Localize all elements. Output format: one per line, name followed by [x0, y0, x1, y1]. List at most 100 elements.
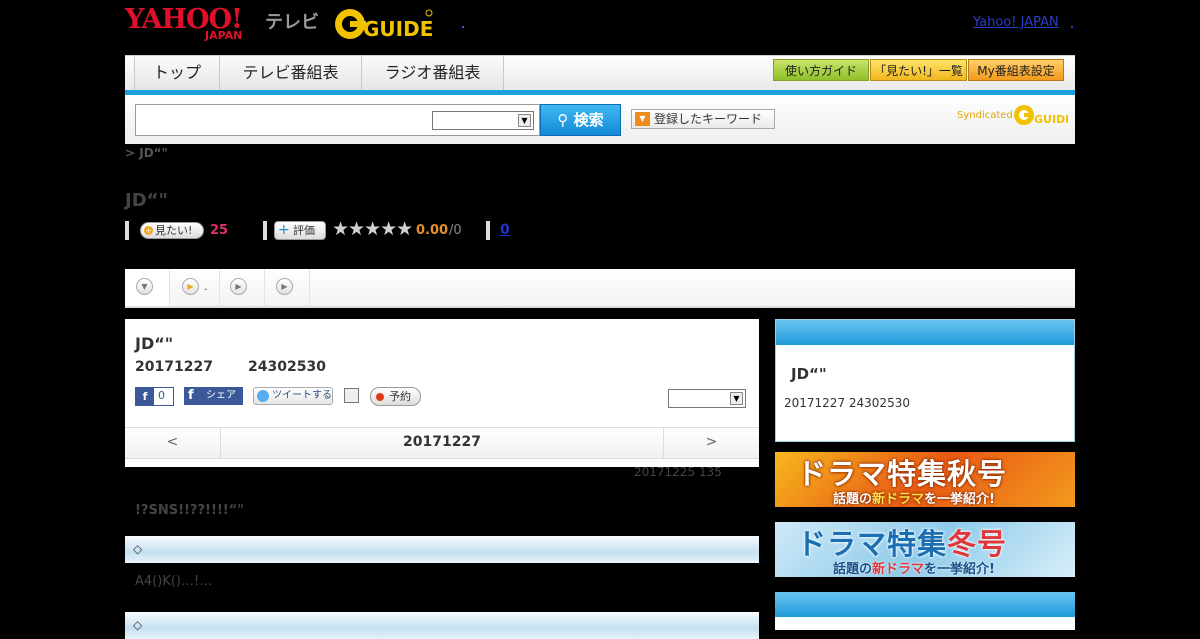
facebook-icon: f [136, 388, 154, 405]
header-dot [462, 26, 464, 28]
play-icon: ▶ [182, 278, 199, 295]
date-pager: < 20171227 > [125, 427, 759, 459]
section-header: ◇ [125, 612, 759, 639]
pager-prev-button[interactable]: < [125, 428, 220, 458]
sidebar-program-box: JD“" 20171227 24302530 [775, 319, 1075, 442]
reserve-label: 予約 [389, 390, 411, 403]
tab-3[interactable]: ▶ [220, 269, 265, 306]
tab-2-label: . [204, 280, 208, 293]
yahoo-japan-logo[interactable]: YAHOO! JAPAN [125, 6, 243, 41]
sidebar-program-title[interactable]: JD“" [791, 365, 827, 383]
banner-heading: ドラマ特集秋号 [797, 451, 1007, 493]
tab-program-info[interactable]: ▼ [125, 269, 170, 306]
update-meta: 20171225 135 [634, 465, 722, 479]
banner-sub-1: 話題の [833, 492, 873, 507]
drama-autumn-banner[interactable]: ドラマ特集秋号 話題の新ドラマを一挙紹介! [775, 452, 1075, 507]
tv-logo[interactable]: テレビ [265, 8, 319, 34]
want-to-watch-count: 25 [210, 223, 229, 238]
yahoo-japan-link[interactable]: Yahoo! JAPAN [973, 15, 1059, 30]
sidebar-program-info: 20171227 24302530 [784, 396, 910, 410]
search-button-label: 検索 [573, 111, 604, 129]
search-button[interactable]: ⚲ 検索 [540, 104, 621, 136]
tab-2[interactable]: ▶ . [170, 269, 220, 306]
banner-subheading: 話題の新ドラマを一挙紹介! [833, 558, 995, 577]
facebook-icon: f [188, 388, 194, 403]
header-link-dot [1071, 26, 1073, 28]
tab-4[interactable]: ▶ [265, 269, 310, 306]
want-to-watch-button[interactable]: + 見たい! [140, 222, 204, 239]
banner-heading: ドラマ特集冬号 [797, 521, 1007, 563]
search-icon: ⚲ [557, 111, 569, 129]
g-guide-small-logo: GUIDE [1014, 105, 1068, 126]
sidebar-box-2-header [775, 592, 1075, 617]
banner-sub-1: 話題の [833, 562, 873, 577]
saved-keywords-button[interactable]: ▼ 登録したキーワード [631, 109, 775, 129]
nav-left-edge [125, 56, 135, 91]
triangle-down-icon: ▼ [635, 112, 650, 126]
divider [125, 221, 129, 240]
nav-tab-radio-schedule[interactable]: ラジオ番組表 [362, 56, 504, 91]
search-category-select[interactable]: ▼ [432, 111, 534, 130]
nav-tab-top[interactable]: トップ [135, 56, 220, 91]
calendar-add-icon[interactable] [344, 388, 359, 403]
tweet-label: ツイートする [272, 390, 332, 401]
search-band: ▼ ⚲ 検索 ▼ 登録したキーワード Syndicated GUIDE [125, 95, 1075, 144]
facebook-share-label: シェア [206, 390, 236, 401]
nav-tab-tv-schedule[interactable]: テレビ番組表 [220, 56, 362, 91]
syndicated-label: Syndicated [957, 110, 1013, 121]
facebook-like-button[interactable]: f 0 [135, 387, 174, 406]
banner-subheading: 話題の新ドラマを一挙紹介! [833, 488, 995, 507]
play-icon: ▶ [230, 278, 247, 295]
chevron-down-icon: ▼ [730, 392, 743, 405]
rating-stars: ★★★★★ [332, 218, 413, 240]
plus-icon: + [144, 226, 153, 235]
pager-next-button[interactable]: > [664, 428, 759, 458]
tweet-button[interactable]: ツイートする [253, 387, 333, 405]
program-date: 20171227 [135, 359, 213, 375]
rating-value: 0.00 [416, 223, 449, 238]
chevron-down-icon: ▼ [518, 114, 531, 127]
rate-label: 評価 [293, 224, 315, 237]
banner-sub-3: を一挙紹介! [924, 562, 995, 577]
sidebar-box-header [776, 320, 1074, 345]
banner-heading-main: ドラマ特集 [797, 457, 948, 491]
pager-current-date: 20171227 [220, 428, 664, 458]
want-to-watch-label: 見たい! [155, 224, 193, 237]
facebook-like-count: 0 [158, 389, 165, 402]
section-header: ◇ [125, 536, 759, 563]
twitter-bird-icon [257, 390, 269, 402]
facebook-share-button[interactable]: f シェア [184, 387, 243, 405]
program-title: JD“" [135, 334, 174, 353]
drama-winter-banner[interactable]: ドラマ特集冬号 話題の新ドラマを一挙紹介! [775, 522, 1075, 577]
sidebar-box-2 [775, 592, 1075, 630]
banner-heading-season: 秋号 [947, 457, 1008, 491]
g-guide-logo[interactable]: GUIDE [333, 6, 433, 40]
divider [263, 221, 267, 240]
recorder-select[interactable]: ▼ [668, 389, 746, 408]
rating-total: /0 [449, 223, 462, 238]
banner-heading-season: 冬号 [947, 527, 1008, 561]
watchlist-button[interactable]: 「見たい!」一覧 [870, 59, 967, 81]
my-schedule-settings-button[interactable]: My番組表設定 [968, 59, 1064, 81]
guide-button[interactable]: 使い方ガイド [773, 59, 869, 81]
section-body: A4()K()…!… [135, 574, 213, 589]
banner-sub-2: 新ドラマ [872, 562, 925, 577]
svg-text:GUIDE: GUIDE [1034, 113, 1068, 126]
record-dot-icon [376, 393, 384, 401]
header: YAHOO! JAPAN テレビ GUIDE Yahoo! JAPAN [125, 0, 1075, 52]
banner-sub-3: を一挙紹介! [924, 492, 995, 507]
breadcrumb[interactable]: > JD“" [125, 146, 168, 160]
reserve-button[interactable]: 予約 [370, 387, 421, 406]
divider [486, 221, 490, 240]
svg-text:GUIDE: GUIDE [363, 17, 433, 40]
content-tabs: ▼ ▶ . ▶ ▶ [125, 269, 1075, 308]
program-description: !?SNS!!??!!!!“" [135, 503, 245, 518]
chevron-down-icon: ▼ [136, 278, 153, 295]
banner-heading-main: ドラマ特集 [797, 527, 948, 561]
plus-icon: + [278, 222, 290, 238]
program-box: JD“" 20171227 24302530 f 0 f シェア ツイートする … [125, 319, 759, 467]
global-nav: トップ テレビ番組表 ラジオ番組表 使い方ガイド 「見たい!」一覧 My番組表設… [125, 55, 1075, 91]
rate-button[interactable]: + 評価 [274, 221, 326, 240]
page-title: JD“" [125, 190, 168, 211]
review-count-link[interactable]: 0 [500, 222, 510, 238]
